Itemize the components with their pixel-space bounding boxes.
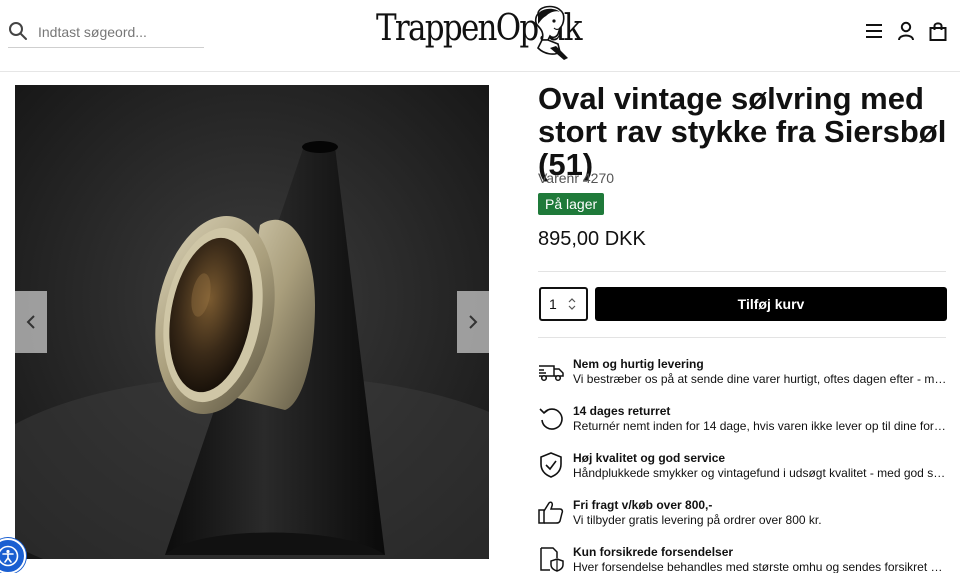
feature-title: Fri fragt v/køb over 800,- [573,498,713,512]
feature-description: Hver forsendelse behandles med største o… [573,560,948,573]
search-icon[interactable] [8,21,28,41]
product-photo [15,85,489,559]
feature-item: 14 dages returret Returnér nemt inden fo… [538,401,948,441]
logo-figure-icon [534,5,568,60]
feature-description: Vi tilbyder gratis levering på ordrer ov… [573,513,822,527]
product-info: Oval vintage sølvring med stort rav styk… [538,81,948,250]
sku-label: Varenr [538,170,579,186]
delivery-truck-icon [539,365,564,382]
product-sku: Varenr 4270 [538,170,614,186]
divider [538,271,946,272]
feature-item: Høj kvalitet og god service Håndplukkede… [538,448,948,488]
feature-item: Fri fragt v/køb over 800,- Vi tilbyder g… [538,495,948,535]
search-input[interactable] [38,18,204,46]
stock-badge: På lager [538,193,605,215]
gallery-next-button[interactable] [457,291,489,353]
search-bar [8,18,204,48]
feature-title: Kun forsikrede forsendelser [573,545,734,559]
menu-icon[interactable] [864,20,884,42]
product-title: Oval vintage sølvring med stort rav styk… [538,81,947,182]
user-icon[interactable] [896,20,916,42]
feature-description: Returnér nemt inden for 14 dage, hvis va… [573,419,948,433]
gallery-prev-button[interactable] [15,291,47,353]
feature-title: Nem og hurtig levering [573,357,704,371]
feature-description: Håndplukkede smykker og vintagefund i ud… [573,466,948,480]
chevron-left-icon [26,315,35,329]
site-header: TrappenOp.dk [0,0,960,72]
bag-icon[interactable] [928,20,948,42]
feature-item: Kun forsikrede forsendelser Hver forsend… [538,542,948,573]
sku-value: 4270 [582,170,615,186]
feature-description: Vi bestræber os på at sende dine varer h… [573,372,948,386]
chevron-right-icon [469,315,478,329]
feature-title: 14 dages returret [573,404,671,418]
product-price: 895,00 DKK [538,228,646,250]
product-image-gallery [15,85,489,559]
add-to-cart-button[interactable]: Tilføj kurv [595,287,947,321]
spinner-arrows-icon[interactable] [568,297,576,311]
feature-title: Høj kvalitet og god service [573,451,726,465]
header-icons [864,20,948,44]
site-logo[interactable]: TrappenOp.dk [376,4,583,62]
quantity-stepper[interactable]: 1 [539,287,588,321]
quantity-value: 1 [549,296,557,312]
feature-item: Nem og hurtig levering Vi bestræber os p… [538,354,948,394]
insured-package-icon [540,547,564,572]
accessibility-icon [0,545,19,567]
return-arrow-icon [539,408,563,430]
divider [538,337,946,338]
thumbs-up-icon [538,501,564,524]
quality-shield-icon [540,452,562,478]
